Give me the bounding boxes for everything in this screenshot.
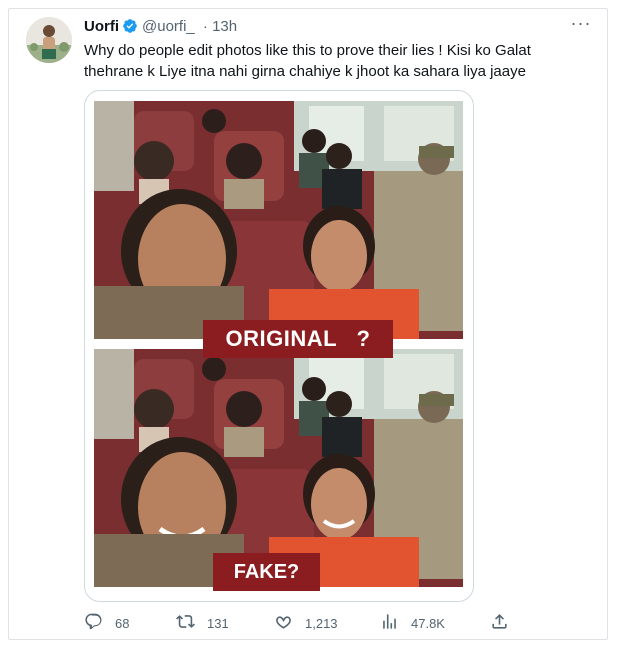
- verified-icon: [122, 18, 138, 34]
- handle[interactable]: @uorfi_: [142, 18, 195, 35]
- retweet-icon: [176, 612, 207, 634]
- separator: ·: [202, 18, 208, 35]
- tweet-text: Why do people edit photos like this to p…: [84, 42, 531, 80]
- fake-photo: [94, 349, 463, 587]
- share-icon: [490, 612, 521, 634]
- share-button[interactable]: [490, 612, 521, 634]
- views-icon: [380, 612, 411, 634]
- reply-icon: [84, 612, 115, 634]
- avatar[interactable]: [26, 17, 72, 63]
- reply-button[interactable]: 68: [84, 612, 129, 634]
- tweet-media[interactable]: ORIGINAL ? FAKE?: [84, 90, 474, 602]
- like-count: 1,213: [305, 615, 338, 631]
- original-label: ORIGINAL ?: [203, 320, 393, 358]
- retweet-count: 131: [207, 615, 229, 631]
- timestamp[interactable]: 13h: [212, 18, 237, 35]
- tweet-header: Uorfi @uorfi_ · 13h: [84, 18, 237, 36]
- retweet-button[interactable]: 131: [176, 612, 229, 634]
- original-photo: [94, 101, 463, 339]
- reply-count: 68: [115, 615, 130, 631]
- fake-label: FAKE?: [213, 553, 320, 591]
- like-button[interactable]: 1,213: [274, 612, 338, 634]
- action-bar: 68 131 1,213 47.8K: [84, 612, 524, 634]
- more-icon[interactable]: ···: [570, 14, 592, 34]
- display-name[interactable]: Uorfi: [84, 18, 119, 35]
- like-icon: [274, 612, 305, 634]
- views-button[interactable]: 47.8K: [380, 612, 445, 634]
- views-count: 47.8K: [411, 615, 445, 631]
